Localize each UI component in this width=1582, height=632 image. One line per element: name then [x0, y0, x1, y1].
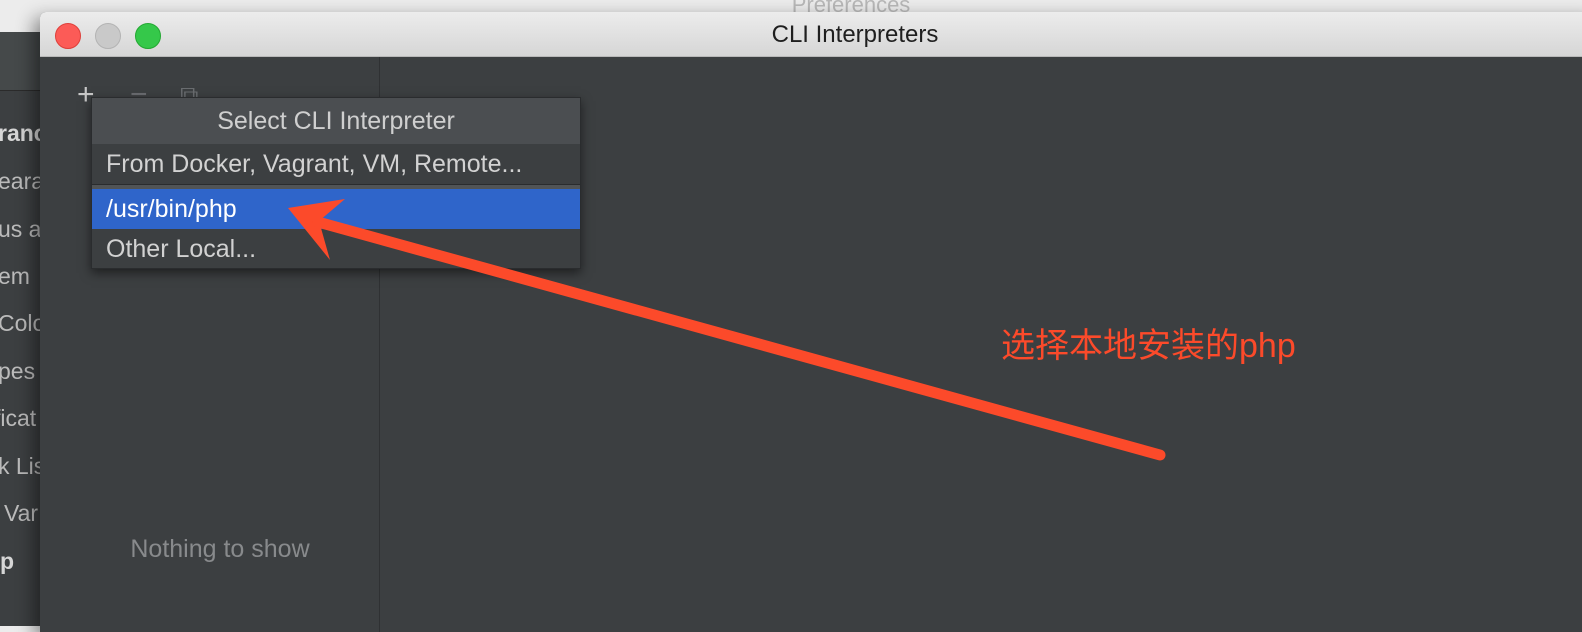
annotation-text: 选择本地安装的php [1001, 327, 1296, 365]
annotation-arrow [288, 199, 1166, 461]
